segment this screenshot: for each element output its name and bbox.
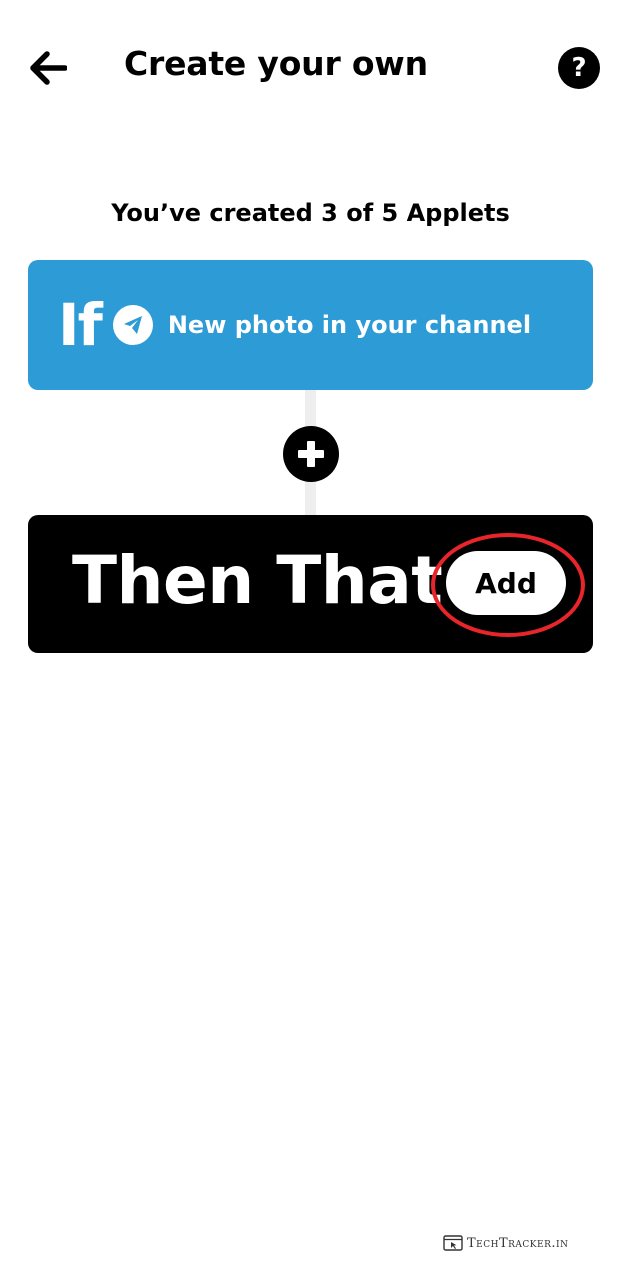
then-that-card: Then That Add <box>28 515 593 653</box>
plus-icon <box>298 441 324 467</box>
trigger-label: New photo in your channel <box>167 311 532 339</box>
if-trigger-card[interactable]: If New photo in your channel <box>28 260 593 390</box>
add-step-button[interactable] <box>283 426 339 482</box>
then-that-label: Then That <box>72 542 443 619</box>
telegram-icon <box>112 305 153 345</box>
page-title: Create your own <box>124 44 428 83</box>
arrow-left-icon <box>30 51 67 85</box>
help-button[interactable]: ? <box>558 47 600 89</box>
if-label: If <box>58 291 103 359</box>
add-action-button[interactable]: Add <box>446 551 566 615</box>
applet-count-text: You’ve created 3 of 5 Applets <box>111 199 510 227</box>
browser-cursor-icon <box>443 1235 463 1251</box>
back-button[interactable] <box>26 46 70 90</box>
watermark: TechTracker.in <box>443 1235 568 1251</box>
question-icon: ? <box>571 53 587 83</box>
watermark-text: TechTracker.in <box>467 1235 569 1251</box>
